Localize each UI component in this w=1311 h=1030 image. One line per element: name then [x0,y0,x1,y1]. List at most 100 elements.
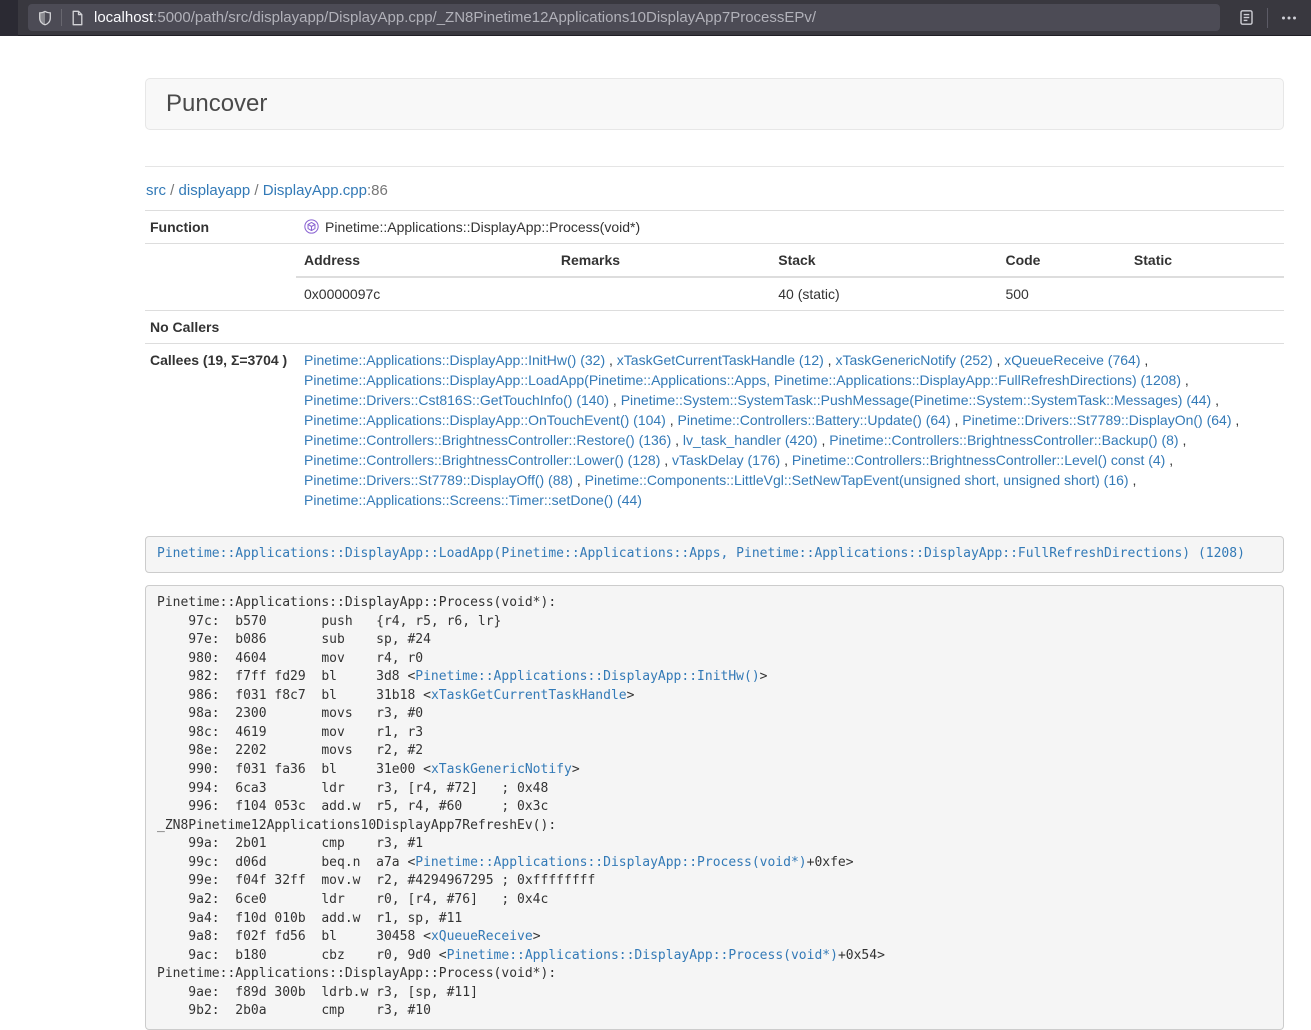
callee-link[interactable]: xTaskGenericNotify (252) [835,352,992,368]
callee-link[interactable]: Pinetime::Controllers::BrightnessControl… [829,432,1178,448]
page-icon[interactable] [70,10,85,26]
value-address: 0x0000097c [296,277,553,310]
callee-link[interactable]: lv_task_handler (420) [683,432,818,448]
value-remarks [553,277,770,310]
column-header-address: Address [296,244,553,277]
breadcrumb-link[interactable]: DisplayApp.cpp [263,182,367,199]
callees-row: Callees (19, Σ=3704 ) Pinetime::Applicat… [145,344,1284,517]
callee-link[interactable]: Pinetime::Applications::DisplayApp::Load… [304,372,1181,388]
page-title: Puncover [166,91,1263,117]
page-title-panel: Puncover [145,78,1284,130]
code-text: 994: 6ca3 ldr r3, [r4, #72] ; 0x48 [157,781,548,796]
callee-separator: , [666,412,678,428]
callee-separator: , [951,412,963,428]
code-text: +0x54> [838,948,885,963]
callee-link[interactable]: Pinetime::Controllers::Battery::Update()… [678,412,951,428]
breadcrumb: src / displayapp / DisplayApp.cpp:86 [146,182,1284,199]
callee-separator: , [1181,372,1189,388]
window-edge [0,0,18,36]
code-text: 9a4: f10d 010b add.w r1, sp, #11 [157,911,462,926]
callee-link[interactable]: Pinetime::Applications::Screens::Timer::… [304,492,642,508]
breadcrumb-separator: / [250,182,263,199]
callee-separator: , [660,452,672,468]
code-symbol-link[interactable]: Pinetime::Applications::DisplayApp::Init… [415,669,759,684]
code-text: 980: 4604 mov r4, r0 [157,651,423,666]
callee-link[interactable]: Pinetime::Controllers::BrightnessControl… [304,432,671,448]
callees-label: Callees (19, Σ=3704 ) [145,344,296,517]
callee-link[interactable]: Pinetime::Drivers::Cst816S::GetTouchInfo… [304,392,609,408]
code-text: 97c: b570 push {r4, r5, r6, lr} [157,614,501,629]
callee-link[interactable]: Pinetime::Controllers::BrightnessControl… [792,452,1165,468]
shield-icon[interactable] [37,10,53,26]
details-row: AddressRemarksStackCodeStatic 0x0000097c… [145,244,1284,311]
code-text: 99e: f04f 32ff mov.w r2, #4294967295 ; 0… [157,873,595,888]
no-callers-row: No Callers [145,311,1284,344]
code-text: 98e: 2202 movs r2, #2 [157,743,423,758]
breadcrumb-separator: :86 [367,182,388,199]
breadcrumb-link[interactable]: displayapp [179,182,251,199]
code-text: +0xfe> [807,855,854,870]
callee-separator: , [824,352,836,368]
details-value-row: 0x0000097c 40 (static)500 [296,277,1284,310]
function-name: Pinetime::Applications::DisplayApp::Proc… [325,219,640,235]
callee-separator: , [818,432,830,448]
callee-link[interactable]: Pinetime::Drivers::St7789::DisplayOff() … [304,472,573,488]
value-code: 500 [997,277,1125,310]
function-label: Function [145,211,296,244]
callee-separator: , [1232,412,1240,428]
url-host: localhost [94,9,153,26]
callee-link[interactable]: vTaskDelay (176) [672,452,780,468]
highlighted-callee-link[interactable]: Pinetime::Applications::DisplayApp::Load… [157,546,1245,561]
browser-toolbar: localhost:5000/path/src/displayapp/Displ… [0,0,1311,36]
callee-separator: , [573,472,585,488]
callee-separator: , [609,392,621,408]
callee-separator: , [671,432,683,448]
callee-link[interactable]: Pinetime::System::SystemTask::PushMessag… [621,392,1212,408]
callee-separator: , [1179,432,1187,448]
callee-link[interactable]: Pinetime::Applications::DisplayApp::Init… [304,352,605,368]
menu-icon[interactable] [1273,4,1305,32]
code-symbol-link[interactable]: Pinetime::Applications::DisplayApp::Proc… [415,855,806,870]
code-text: 9b2: 2b0a cmp r3, #10 [157,1003,431,1018]
callee-separator: , [605,352,617,368]
code-symbol-link[interactable]: xTaskGetCurrentTaskHandle [431,688,627,703]
code-text: Pinetime::Applications::DisplayApp::Proc… [157,595,556,610]
code-text: > [760,669,768,684]
url-text[interactable]: localhost:5000/path/src/displayapp/Displ… [94,9,1211,26]
code-text: > [533,929,541,944]
page-content: Puncover src / displayapp / DisplayApp.c… [145,78,1284,1030]
urlbar-divider [61,9,62,26]
details-header-row: AddressRemarksStackCodeStatic [296,244,1284,277]
column-header-static: Static [1126,244,1284,277]
callee-separator: , [1140,352,1148,368]
code-text: 99c: d06d beq.n a7a < [157,855,415,870]
callees-list: Pinetime::Applications::DisplayApp::Init… [296,344,1284,517]
code-text: 9a2: 6ce0 ldr r0, [r4, #76] ; 0x4c [157,892,548,907]
reader-mode-icon[interactable] [1230,4,1262,32]
url-path: :5000/path/src/displayapp/DisplayApp.cpp… [153,9,816,26]
value-stack: 40 (static) [770,277,997,310]
callee-link[interactable]: Pinetime::Controllers::BrightnessControl… [304,452,660,468]
callee-separator: , [780,452,792,468]
code-symbol-link[interactable]: xTaskGenericNotify [431,762,572,777]
code-text: Pinetime::Applications::DisplayApp::Proc… [157,966,556,981]
code-symbol-link[interactable]: xQueueReceive [431,929,533,944]
column-header-code: Code [997,244,1125,277]
url-bar[interactable]: localhost:5000/path/src/displayapp/Displ… [28,4,1220,31]
code-text: 990: f031 fa36 bl 31e00 < [157,762,431,777]
code-symbol-link[interactable]: Pinetime::Applications::DisplayApp::Proc… [447,948,838,963]
code-text: 996: f104 053c add.w r5, r4, #60 ; 0x3c [157,799,548,814]
column-header-stack: Stack [770,244,997,277]
callee-link[interactable]: Pinetime::Applications::DisplayApp::OnTo… [304,412,666,428]
function-table: Function Pinetime::Applications::Display… [145,210,1284,516]
callee-link[interactable]: Pinetime::Components::LittleVgl::SetNewT… [585,472,1129,488]
breadcrumb-link[interactable]: src [146,182,166,199]
toolbar-divider [1267,8,1268,28]
code-text: 9ac: b180 cbz r0, 9d0 < [157,948,447,963]
callee-link[interactable]: xQueueReceive (764) [1004,352,1140,368]
callee-separator: , [993,352,1005,368]
callee-link[interactable]: xTaskGetCurrentTaskHandle (12) [617,352,824,368]
callee-link[interactable]: Pinetime::Drivers::St7789::DisplayOn() (… [962,412,1231,428]
divider [145,166,1284,167]
code-text: _ZN8Pinetime12Applications10DisplayApp7R… [157,818,556,833]
